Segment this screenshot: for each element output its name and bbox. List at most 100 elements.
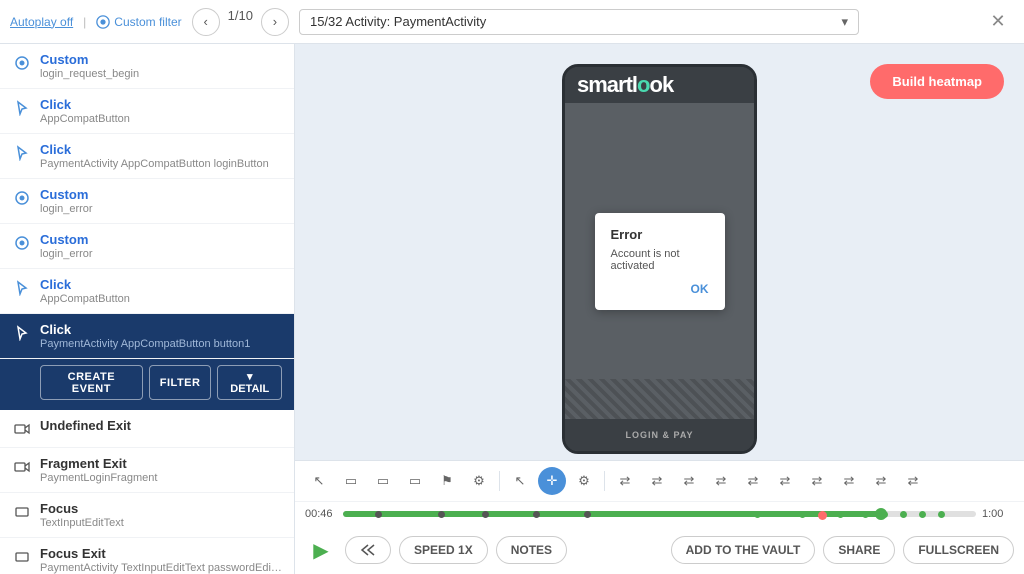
prev-button[interactable]: ‹ — [192, 8, 220, 36]
error-message: Account is not activated — [611, 248, 709, 272]
item-sub: AppCompatButton — [40, 293, 282, 305]
error-title: Error — [611, 227, 709, 242]
phone-mockup: smartlook Error Account is not activated… — [562, 64, 757, 454]
focus-icon — [12, 502, 32, 522]
main-content: Custom login_request_begin Click AppComp… — [0, 44, 1024, 574]
sidebar-item-custom-login-err1[interactable]: Custom login_error — [0, 179, 294, 224]
smartlook-logo: smartlook — [577, 72, 673, 98]
fullscreen-button[interactable]: FULLSCREEN — [903, 536, 1014, 564]
swap-tool10[interactable]: ⇄ — [899, 467, 927, 495]
activity-selector[interactable]: 15/32 Activity: PaymentActivity ▾ — [299, 9, 859, 35]
custom-filter[interactable]: Custom filter — [96, 15, 181, 29]
play-button[interactable]: ▶ — [305, 534, 337, 566]
timeline-row: 00:46 — [295, 502, 1024, 526]
click-tool-active[interactable]: ✛ — [538, 467, 566, 495]
sidebar: Custom login_request_begin Click AppComp… — [0, 44, 295, 574]
sidebar-item-custom-login-err2[interactable]: Custom login_error — [0, 224, 294, 269]
undefined-exit-icon — [12, 419, 32, 439]
item-sub: PaymentActivity TextInputEditText passwo… — [40, 562, 282, 574]
frame-back-button[interactable] — [345, 536, 391, 565]
flag-tool[interactable]: ⚑ — [433, 467, 461, 495]
item-sub: AppCompatButton — [40, 113, 282, 125]
focus-exit-icon — [12, 547, 32, 567]
speed-button[interactable]: SPEED 1X — [399, 536, 488, 564]
close-button[interactable]: ✕ — [982, 6, 1014, 38]
gear-icon — [12, 53, 32, 73]
gear-tool2[interactable]: ⚙ — [570, 467, 598, 495]
gear-tool[interactable]: ⚙ — [465, 467, 493, 495]
phone-hatching — [565, 379, 754, 419]
swap-tool8[interactable]: ⇄ — [835, 467, 863, 495]
next-button[interactable]: › — [261, 8, 289, 36]
filter-button[interactable]: FILTER — [149, 365, 212, 400]
item-title: Custom — [40, 232, 282, 247]
item-sub: login_error — [40, 203, 282, 215]
swap-tool3[interactable]: ⇄ — [675, 467, 703, 495]
control-row: ▶ SPEED 1X NOTES ADD TO THE VAULT SHARE … — [295, 526, 1024, 574]
right-controls: ADD TO THE VAULT SHARE FULLSCREEN — [671, 536, 1014, 564]
timeline-start: 00:46 — [305, 508, 337, 520]
gear-icon — [12, 188, 32, 208]
timeline-end: 1:00 — [982, 508, 1014, 520]
nav-count: 1/10 — [228, 8, 253, 36]
sidebar-item-focus-exit[interactable]: Focus Exit PaymentActivity TextInputEdit… — [0, 538, 294, 574]
error-ok-button[interactable]: OK — [611, 282, 709, 296]
swap-tool1[interactable]: ⇄ — [611, 467, 639, 495]
item-sub: login_error — [40, 248, 282, 260]
item-title: Undefined Exit — [40, 418, 282, 433]
sidebar-item-undefined-exit[interactable]: Undefined Exit — [0, 410, 294, 448]
share-button[interactable]: SHARE — [823, 536, 895, 564]
nav-arrows: ‹ 1/10 › — [192, 8, 289, 36]
item-sub: PaymentActivity AppCompatButton loginBut… — [40, 158, 282, 170]
tool-divider — [499, 471, 500, 491]
phone-footer: LOGIN & PAY — [565, 419, 754, 451]
chevron-down-icon: ▾ — [841, 14, 848, 30]
notes-button[interactable]: NOTES — [496, 536, 567, 564]
item-title: Focus — [40, 501, 282, 516]
phone-footer-text: LOGIN & PAY — [625, 430, 693, 440]
cursor-icon — [12, 98, 32, 118]
cursor-icon — [12, 143, 32, 163]
sidebar-item-click-payment[interactable]: Click PaymentActivity AppCompatButton lo… — [0, 134, 294, 179]
item-title: Custom — [40, 52, 282, 67]
item-sub: PaymentLoginFragment — [40, 472, 282, 484]
item-sub: PaymentActivity AppCompatButton button1 — [40, 338, 282, 350]
item-title: Custom — [40, 187, 282, 202]
toolbar-row: ↖ ▭ ▭ ▭ ⚑ ⚙ ↖ ✛ ⚙ ⇄ ⇄ ⇄ ⇄ ⇄ ⇄ ⇄ ⇄ ⇄ ⇄ — [295, 461, 1024, 502]
swap-tool2[interactable]: ⇄ — [643, 467, 671, 495]
item-title: Click — [40, 322, 282, 337]
item-title: Click — [40, 142, 282, 157]
swap-tool6[interactable]: ⇄ — [771, 467, 799, 495]
detail-button[interactable]: ▾ DETAIL — [217, 365, 282, 400]
item-title: Focus Exit — [40, 546, 282, 561]
cursor-icon — [12, 278, 32, 298]
sidebar-item-fragment-exit[interactable]: Fragment Exit PaymentLoginFragment — [0, 448, 294, 493]
add-vault-button[interactable]: ADD TO THE VAULT — [671, 536, 816, 564]
rect-tool2[interactable]: ▭ — [369, 467, 397, 495]
swap-tool4[interactable]: ⇄ — [707, 467, 735, 495]
item-sub: login_request_begin — [40, 68, 282, 80]
fragment-exit-icon — [12, 457, 32, 477]
rect-tool3[interactable]: ▭ — [401, 467, 429, 495]
create-event-button[interactable]: CREATE EVENT — [40, 365, 143, 400]
sidebar-item-focus[interactable]: Focus TextInputEditText — [0, 493, 294, 538]
timeline-track[interactable] — [343, 511, 976, 517]
phone-body: Error Account is not activated OK — [565, 103, 754, 419]
click-tool1[interactable]: ↖ — [506, 467, 534, 495]
error-dialog: Error Account is not activated OK — [595, 213, 725, 310]
item-title: Click — [40, 97, 282, 112]
swap-tool7[interactable]: ⇄ — [803, 467, 831, 495]
rect-tool1[interactable]: ▭ — [337, 467, 365, 495]
autoplay-toggle[interactable]: Autoplay off — [10, 15, 73, 29]
build-heatmap-button[interactable]: Build heatmap — [870, 64, 1004, 99]
center-panel: Build heatmap smartlook Error Account is… — [295, 44, 1024, 574]
cursor-tool[interactable]: ↖ — [305, 467, 333, 495]
swap-tool9[interactable]: ⇄ — [867, 467, 895, 495]
sidebar-item-click-appcompat[interactable]: Click AppCompatButton — [0, 89, 294, 134]
filter-icon — [96, 15, 110, 29]
swap-tool5[interactable]: ⇄ — [739, 467, 767, 495]
sidebar-item-click-payment-btn1[interactable]: Click PaymentActivity AppCompatButton bu… — [0, 314, 294, 359]
sidebar-item-custom-login-req[interactable]: Custom login_request_begin — [0, 44, 294, 89]
item-title: Click — [40, 277, 282, 292]
sidebar-item-click-appcompat2[interactable]: Click AppCompatButton — [0, 269, 294, 314]
